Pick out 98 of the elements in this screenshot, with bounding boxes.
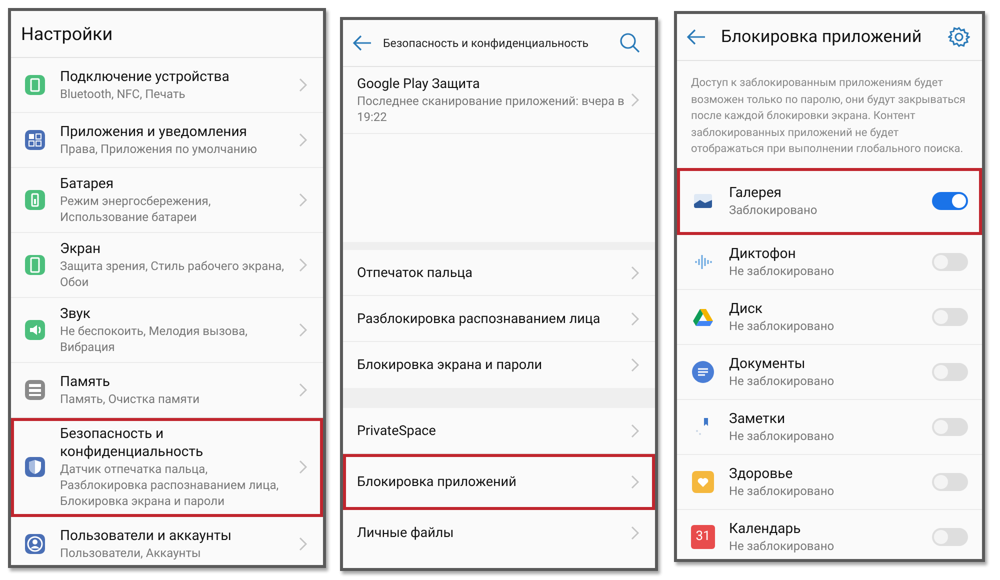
settings-item[interactable]: Документы Не заблокировано [677,344,982,400]
item-title: Блокировка экрана и пароли [357,356,544,374]
phone-screen-icon [24,254,46,276]
item-title: Безопасность и конфиденциальность [60,425,204,461]
app-name: Заметки [729,410,786,428]
app-status: Не заблокировано [729,482,836,498]
settings-item[interactable]: Подключение устройства Bluetooth, NFC, Печать [11,58,323,113]
chevron-icon [629,422,641,438]
app-name: Диктофон [729,244,797,262]
speaker-icon [24,319,46,341]
settings-item[interactable]: Пользователи и аккаунты Пользователи, Аккаунты [11,517,323,565]
app-name: Галерея [729,184,782,202]
screen-title: Безопасность и конфиденциальность [383,36,590,50]
app-name: Документы [729,354,806,372]
settings-item[interactable]: Блокировка приложений [343,454,655,510]
screen-title: Настройки [21,24,113,44]
item-subtitle: Память, Очистка памяти [60,391,201,407]
storage-icon [24,379,46,401]
settings-item[interactable]: Безопасность и конфиденциальность Датчик отпечатка пальца, Разблокировка распознаванием лица, Блокировка экрана и пароли [11,418,323,517]
toggle-switch[interactable] [932,362,968,380]
item-subtitle: Не беспокоить, Мелодия вызова, Вибрация [60,323,249,355]
settings-item[interactable]: Здоровье Не заблокировано [677,454,982,510]
chevron-icon [629,357,641,373]
item-title: Звук [60,305,92,323]
item-subtitle: Права, Приложения по умолчанию [60,141,258,157]
toggle-switch[interactable] [932,418,968,436]
item-title: Батарея [60,175,115,193]
settings-item[interactable]: Батарея Режим энергосбережения, Использование батареи [11,168,323,233]
chevron-icon [297,77,309,93]
toggle-switch[interactable] [932,528,968,546]
toggle-switch[interactable] [932,192,968,210]
settings-item[interactable]: Диктофон Не заблокировано [677,234,982,290]
item-title: Подключение устройства [60,68,230,86]
toggle-switch[interactable] [932,252,968,270]
item-subtitle: Защита зрения, Стиль рабочего экрана, Обои [60,258,285,290]
item-subtitle: Режим энергосбережения, Использование батареи [60,193,212,225]
item-title: Личные файлы [357,524,455,542]
settings-icon[interactable] [948,26,970,48]
chevron-icon [629,474,641,490]
user-icon [24,533,46,555]
app-status: Не заблокировано [729,372,836,388]
chevron-icon [629,264,641,280]
chevron-icon [297,192,309,208]
app-status: Заблокировано [729,202,818,218]
app-name: Здоровье [729,464,794,482]
chevron-icon [629,310,641,326]
toggle-switch[interactable] [932,472,968,490]
chevron-icon [297,132,309,148]
settings-item[interactable]: Диск Не заблокировано [677,290,982,344]
item-subtitle: Пользователи, Аккаунты [60,545,202,561]
app-status: Не заблокировано [729,318,836,334]
search-icon[interactable] [619,32,641,54]
chevron-icon [629,525,641,541]
item-title: Google Play Защита [357,75,481,93]
item-title: Экран [60,240,102,258]
item-subtitle: Последнее сканирование приложений: вчера в 19:22 [357,93,625,125]
chevron-icon [297,382,309,398]
settings-item[interactable]: Заметки Не заблокировано [677,400,982,454]
settings-item[interactable]: Звук Не беспокоить, Мелодия вызова, Вибрация [11,298,323,363]
chevron-icon [629,92,641,108]
settings-item[interactable]: Личные файлы [343,510,655,556]
chevron-icon [297,322,309,338]
screen-title: Блокировка приложений [721,27,923,47]
chevron-icon [297,536,309,552]
description-text: Доступ к заблокированным приложениям будет возможен только по паролю, они будут закрываться после каждой блокировки экрана. Контент заблокированных приложений не будет отображаться при выполнении глобального поиска. [690,75,966,157]
item-subtitle: Bluetooth, NFC, Печать [60,86,186,102]
calendar-icon: 31 [691,524,715,548]
app-name: Диск [729,300,764,318]
item-title: Память [60,373,112,391]
app-status: Не заблокировано [729,538,836,554]
app-status: Не заблокировано [729,262,836,278]
settings-item[interactable]: 31 Календарь Не заблокировано [677,510,982,559]
item-subtitle: Датчик отпечатка пальца, Разблокировка распознаванием лица, Блокировка экрана и пароли [60,461,280,509]
shield-icon [24,456,46,478]
chevron-icon [297,459,309,475]
app-status: Не заблокировано [729,428,836,444]
settings-item[interactable]: Разблокировка распознаванием лица [343,296,655,342]
device-icon [24,74,46,96]
settings-item[interactable]: PrivateSpace [343,408,655,454]
battery-icon [24,189,46,211]
settings-item[interactable]: Google Play Защита Последнее сканирование приложений: вчера в 19:22 [343,67,655,134]
settings-item[interactable]: Экран Защита зрения, Стиль рабочего экрана, Обои [11,233,323,298]
settings-item[interactable]: Приложения и уведомления Права, Приложения по умолчанию [11,113,323,168]
settings-item[interactable]: Память Память, Очистка памяти [11,363,323,418]
settings-item[interactable]: Отпечаток пальца [343,250,655,296]
grid-icon [24,129,46,151]
toggle-switch[interactable] [932,308,968,326]
settings-item[interactable]: Галерея Заблокировано [677,168,982,234]
app-name: Календарь [729,520,802,538]
document-icon [691,360,715,384]
item-title: PrivateSpace [357,422,437,440]
item-title: Блокировка приложений [357,472,518,490]
item-title: Пользователи и аккаунты [60,527,233,545]
item-title: Приложения и уведомления [60,123,248,141]
item-title: Разблокировка распознаванием лица [357,310,602,328]
item-title: Отпечаток пальца [357,264,474,282]
chevron-icon [297,257,309,273]
settings-item[interactable]: Блокировка экрана и пароли [343,342,655,388]
